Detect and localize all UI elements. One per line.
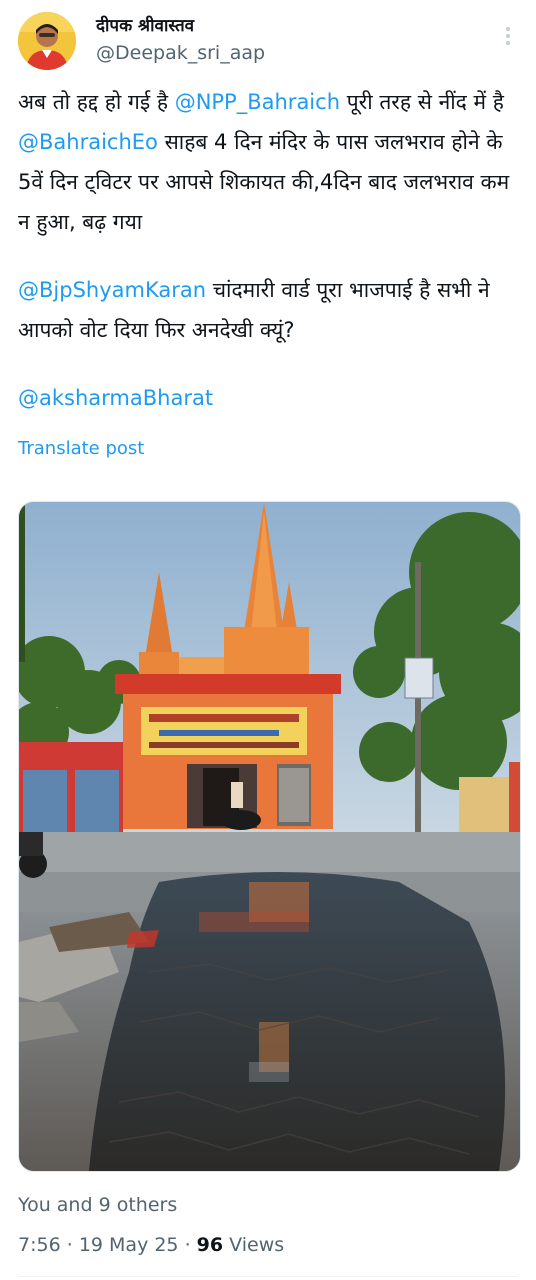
meta-separator: ·: [184, 1234, 191, 1256]
meta-separator: ·: [66, 1234, 73, 1256]
author-handle[interactable]: @Deepak_sri_aap: [96, 40, 265, 66]
avatar[interactable]: [18, 12, 76, 70]
likes-summary[interactable]: You and 9 others: [18, 1192, 177, 1218]
post-text-segment: पूरी तरह से नींद में है: [340, 90, 504, 114]
post-time[interactable]: 7:56: [18, 1234, 61, 1256]
post-text: अब तो हद्द हो गई है @NPP_Bahraich पूरी त…: [18, 82, 524, 446]
mention-link[interactable]: @BahraichEo: [18, 130, 158, 154]
mention-link[interactable]: @NPP_Bahraich: [175, 90, 340, 114]
views-count[interactable]: 96: [197, 1234, 223, 1256]
author-display-name[interactable]: दीपक श्रीवास्तव: [96, 14, 265, 38]
avatar-image: [18, 12, 76, 70]
tweet: दीपक श्रीवास्तव @Deepak_sri_aap अब तो हद…: [0, 0, 536, 1280]
post-meta: 7:56 · 19 May 25 · 96 Views: [18, 1232, 284, 1258]
post-media-photo[interactable]: [18, 501, 521, 1172]
divider: [18, 1276, 518, 1277]
mention-link[interactable]: @aksharmaBharat: [18, 386, 213, 410]
post-date[interactable]: 19 May 25: [79, 1234, 179, 1256]
post-paragraph: अब तो हद्द हो गई है @NPP_Bahraich पूरी त…: [18, 82, 524, 242]
post-paragraph: @aksharmaBharat: [18, 378, 524, 418]
post-text-segment: अब तो हद्द हो गई है: [18, 90, 175, 114]
translate-post-link[interactable]: Translate post: [18, 436, 144, 462]
views-label[interactable]: Views: [229, 1234, 284, 1256]
author-block: दीपक श्रीवास्तव @Deepak_sri_aap: [96, 14, 265, 66]
mention-link[interactable]: @BjpShyamKaran: [18, 278, 206, 302]
post-paragraph: @BjpShyamKaran चांदमारी वार्ड पूरा भाजपा…: [18, 270, 524, 350]
more-options-button[interactable]: [498, 24, 518, 48]
temple-waterlogging-photo: [19, 502, 520, 1171]
more-options-icon: [506, 27, 510, 45]
